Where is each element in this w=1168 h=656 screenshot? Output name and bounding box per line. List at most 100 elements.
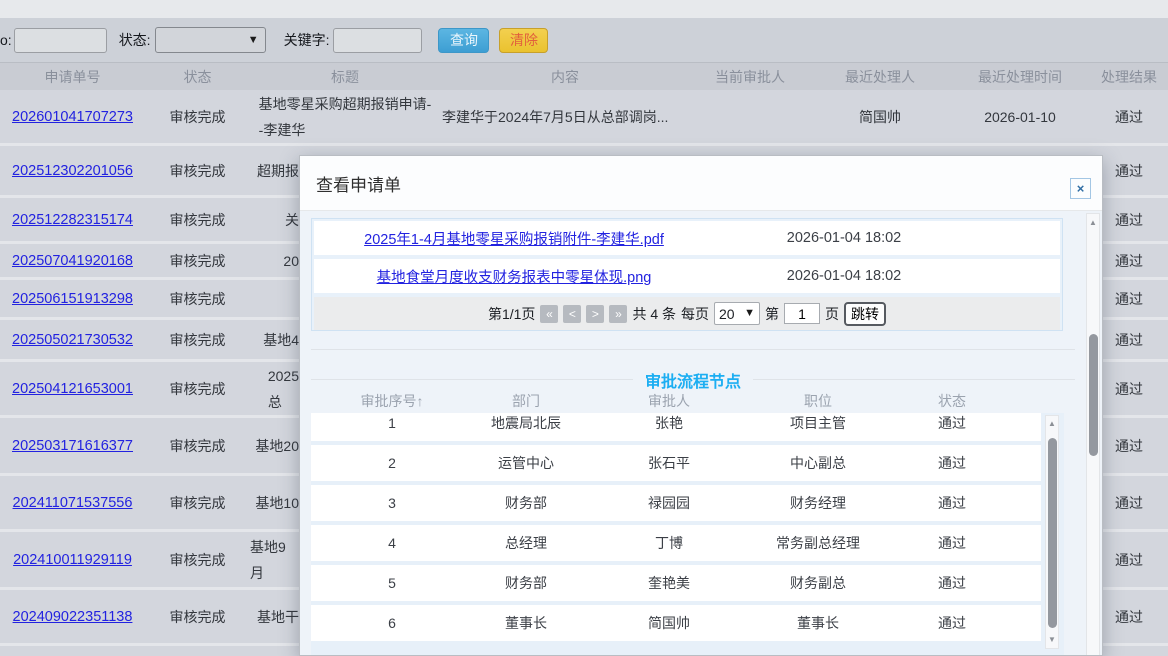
page-info: 第1/1页 [488,304,535,324]
application-link[interactable]: 202512302201056 [12,158,133,184]
close-icon[interactable]: × [1070,178,1091,199]
node-status-cell: 通过 [877,613,1027,633]
first-page-button[interactable]: « [540,305,558,323]
application-link[interactable]: 202507041920168 [12,248,133,274]
per-page-select[interactable]: 20 ▼ [714,302,760,325]
attachment-time: 2026-01-04 18:02 [714,230,974,246]
seq-cell: 5 [311,575,473,591]
status-cell: 审核完成 [145,320,250,359]
approval-scrollbar[interactable]: ▲ ▼ [1045,415,1059,649]
col-header-approver: 审批人 [579,391,759,413]
seq-cell: 2 [311,455,473,471]
position-cell: 常务副总经理 [759,533,877,553]
dialog-title-bar: 查看申请单 [300,156,1102,211]
content-cell: 李建华于2024年7月5日从总部调岗... [440,90,690,143]
seq-cell: 6 [311,615,473,631]
table-row: 202601041707273 审核完成 基地零星采购超期报销申请- -李建华 … [0,90,1168,146]
approval-legend-text: 审批流程节点 [633,368,753,392]
node-status-cell: 通过 [877,413,1027,433]
col-header-result: 处理结果 [1090,67,1168,87]
approval-row: 5 财务部 奎艳美 财务副总 通过 [311,565,1041,601]
search-button[interactable]: 查询 [438,28,489,53]
clear-button[interactable]: 清除 [499,28,548,53]
last-handler-cell: 简国帅 [810,90,950,143]
application-link[interactable]: 202410011929119 [13,547,132,573]
col-header-content: 内容 [440,67,690,87]
approver-cell: 丁博 [579,533,759,553]
status-select[interactable]: ▼ [155,27,266,53]
keyword-label: 关键字: [284,30,330,50]
keyword-input[interactable] [333,28,422,53]
scrollbar-thumb[interactable] [1089,334,1098,456]
col-header-last-time: 最近处理时间 [950,67,1090,87]
position-cell: 项目主管 [759,413,877,433]
page-number-input[interactable] [784,303,820,324]
seq-cell: 4 [311,535,473,551]
per-page-label: 每页 [681,304,709,324]
approval-row: 4 总经理 丁博 常务副总经理 通过 [311,525,1041,561]
application-link[interactable]: 202601041707273 [12,104,133,130]
section-divider [311,349,1075,350]
scroll-up-icon[interactable]: ▲ [1046,418,1058,430]
status-cell: 审核完成 [145,362,250,415]
application-link[interactable]: 202409022351138 [13,604,133,630]
col-header-current-approver: 当前审批人 [690,67,810,87]
col-header-seq: 审批序号↑ [311,391,473,413]
application-link[interactable]: 202411071537556 [13,490,133,516]
status-cell: 审核完成 [145,280,250,317]
approver-cell: 奎艳美 [579,573,759,593]
status-cell: 审核完成 [145,146,250,195]
no-input[interactable] [14,28,107,53]
col-header-status: 状态 [877,391,1027,413]
scroll-up-icon[interactable]: ▲ [1087,217,1099,229]
approval-row: 2 运管中心 张石平 中心副总 通过 [311,445,1041,481]
total-count: 共 4 条 [632,304,676,324]
application-link[interactable]: 202505021730532 [12,327,133,353]
col-header-position: 职位 [759,391,877,413]
col-header-last-handler: 最近处理人 [810,67,950,87]
seq-cell: 3 [311,495,473,511]
jump-button[interactable]: 跳转 [844,302,886,326]
scrollbar-thumb[interactable] [1048,438,1057,628]
jump-prefix: 第 [765,304,779,324]
no-label: o: [0,32,12,48]
approval-rows: 1 地震局北辰 张艳 项目主管 通过 2 运管中心 张石平 中心副总 通过 3 … [311,413,1041,641]
attachment-row: 基地食堂月度收支财务报表中零星体现.png 2026-01-04 18:02 [314,259,1060,293]
application-link[interactable]: 202503171616377 [12,433,133,459]
per-page-value: 20 [719,306,735,322]
dept-cell: 董事长 [473,613,579,633]
dept-cell: 总经理 [473,533,579,553]
status-cell: 审核完成 [145,476,250,529]
position-cell: 董事长 [759,613,877,633]
status-cell: 审核完成 [145,590,250,643]
approver-cell: 张艳 [579,413,759,433]
status-cell: 审核完成 [145,418,250,473]
top-strip [0,0,1168,18]
next-page-button[interactable]: > [586,305,604,323]
jump-suffix: 页 [825,304,839,324]
attachment-link[interactable]: 基地食堂月度收支财务报表中零星体现.png [314,266,714,287]
prev-page-button[interactable]: < [563,305,581,323]
node-status-cell: 通过 [877,533,1027,553]
col-header-title: 标题 [250,67,440,87]
last-page-button[interactable]: » [609,305,627,323]
chevron-down-icon: ▼ [744,308,755,319]
node-status-cell: 通过 [877,493,1027,513]
node-status-cell: 通过 [877,573,1027,593]
scroll-down-icon[interactable]: ▼ [1046,634,1058,646]
view-application-dialog: 查看申请单 × 2025年1-4月基地零星采购报销附件-李建华.pdf 2026… [299,155,1103,656]
attachment-link[interactable]: 2025年1-4月基地零星采购报销附件-李建华.pdf [314,228,714,249]
attachment-row: 2025年1-4月基地零星采购报销附件-李建华.pdf 2026-01-04 1… [314,221,1060,255]
application-link[interactable]: 202512282315174 [12,207,133,233]
approval-row: 6 董事长 简国帅 董事长 通过 [311,605,1041,641]
status-cell: 审核完成 [145,90,250,143]
application-link[interactable]: 202506151913298 [12,286,133,312]
attachment-time: 2026-01-04 18:02 [714,268,974,284]
approver-cell: 张石平 [579,453,759,473]
approver-cell: 禄园园 [579,493,759,513]
application-link[interactable]: 202504121653001 [12,376,133,402]
current-approver-cell [690,90,810,143]
dialog-scrollbar[interactable]: ▲ [1086,213,1100,656]
chevron-down-icon: ▼ [248,35,259,46]
status-cell: 审核完成 [145,532,250,587]
